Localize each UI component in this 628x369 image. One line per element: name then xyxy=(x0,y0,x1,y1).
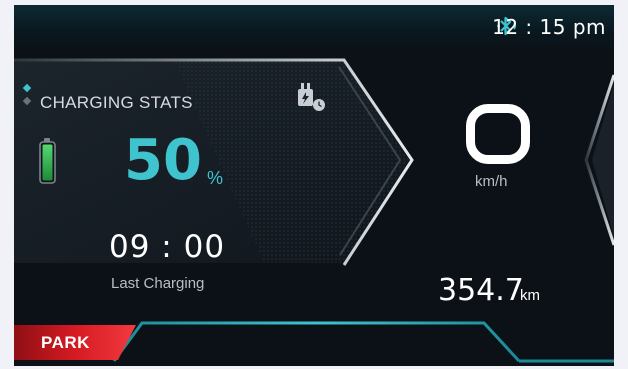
gear-mode-label: PARK xyxy=(41,333,90,352)
odometer-unit: km xyxy=(520,287,540,304)
speed-value xyxy=(466,104,530,164)
charging-stats-title: CHARGING STATS xyxy=(40,93,193,112)
speed-unit: km/h xyxy=(475,173,508,190)
battery-percent-value: 50 xyxy=(124,128,202,193)
dashboard-screen: 12 : 15 pm CHARGING STATS 50 % 09: 00 L… xyxy=(14,5,614,366)
dashboard-artwork xyxy=(14,58,614,363)
right-panel-edge xyxy=(584,74,614,246)
last-charging-label: Last Charging xyxy=(111,275,205,292)
battery-icon xyxy=(39,138,56,184)
bottom-bar xyxy=(14,321,614,363)
last-charging-time: 09 : 00 xyxy=(109,229,226,265)
odometer-value: 354.7 xyxy=(438,273,524,308)
battery-fill xyxy=(42,144,53,181)
battery-percent-unit: % xyxy=(207,168,224,188)
